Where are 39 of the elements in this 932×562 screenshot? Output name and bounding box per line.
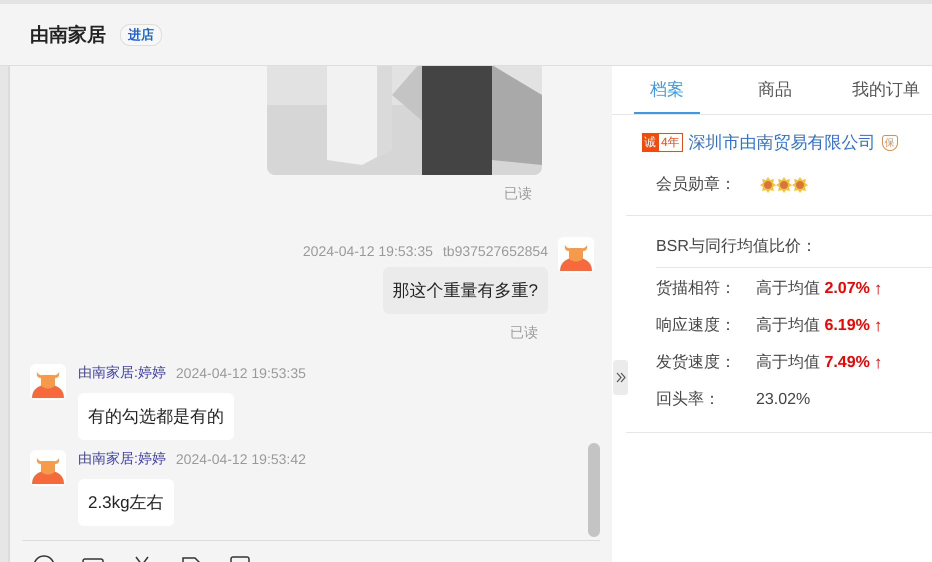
- up-arrow: ↑: [874, 278, 882, 298]
- avatar: [558, 237, 594, 273]
- metric-label: 发货速度：: [656, 352, 737, 373]
- message-bubble: 2.3kg左右: [78, 479, 174, 526]
- panel-tab[interactable]: 我的订单: [850, 66, 922, 114]
- metric-value: 高于均值 2.07%: [756, 278, 870, 299]
- enter-shop-button[interactable]: 进店: [120, 24, 162, 46]
- metric-label: 响应速度：: [656, 316, 737, 336]
- read-status: 已读: [504, 185, 532, 203]
- medal-icons: [760, 176, 808, 192]
- medal-label: 会员勋章：: [656, 174, 736, 195]
- integrity-badge: 诚: [642, 133, 658, 152]
- expand-handle-icon[interactable]: [613, 360, 628, 395]
- panel-tab[interactable]: 商品: [742, 66, 808, 114]
- avatar: [30, 364, 66, 400]
- avatar: [30, 450, 66, 486]
- message-bubble: 有的勾选都是有的: [78, 393, 234, 440]
- shop-name: 由南家居: [30, 24, 106, 48]
- message-time: 2024-04-12 19:53:35: [176, 365, 306, 381]
- sender-name: 由南家居:婷婷: [78, 364, 166, 382]
- message-bubble: 那这个重量有多重?: [382, 267, 548, 314]
- company-link[interactable]: 深圳市由南贸易有限公司: [688, 131, 876, 154]
- comparison-title: BSR与同行均值比价：: [656, 236, 932, 268]
- metric-label: 回头率：: [656, 390, 721, 410]
- up-arrow: ↑: [874, 352, 882, 372]
- scrollbar[interactable]: [588, 443, 600, 537]
- guarantee-badge: 保: [882, 134, 898, 150]
- metric-value: 23.02%: [756, 390, 810, 408]
- metric-value: 高于均值 7.49%: [756, 352, 870, 373]
- read-status: 已读: [510, 324, 538, 342]
- message-time: 2024-04-12 19:53:35: [302, 243, 433, 259]
- years-badge: 4年: [658, 133, 683, 152]
- panel-tab[interactable]: 档案: [634, 66, 700, 114]
- message-time: 2024-04-12 19:53:42: [176, 451, 306, 467]
- sender-name: tb937527652854: [442, 243, 548, 259]
- sender-name: 由南家居:婷婷: [78, 450, 166, 468]
- metric-label: 货描相符：: [656, 278, 737, 299]
- up-arrow: ↑: [874, 316, 882, 336]
- metric-value: 高于均值 6.19%: [756, 316, 870, 336]
